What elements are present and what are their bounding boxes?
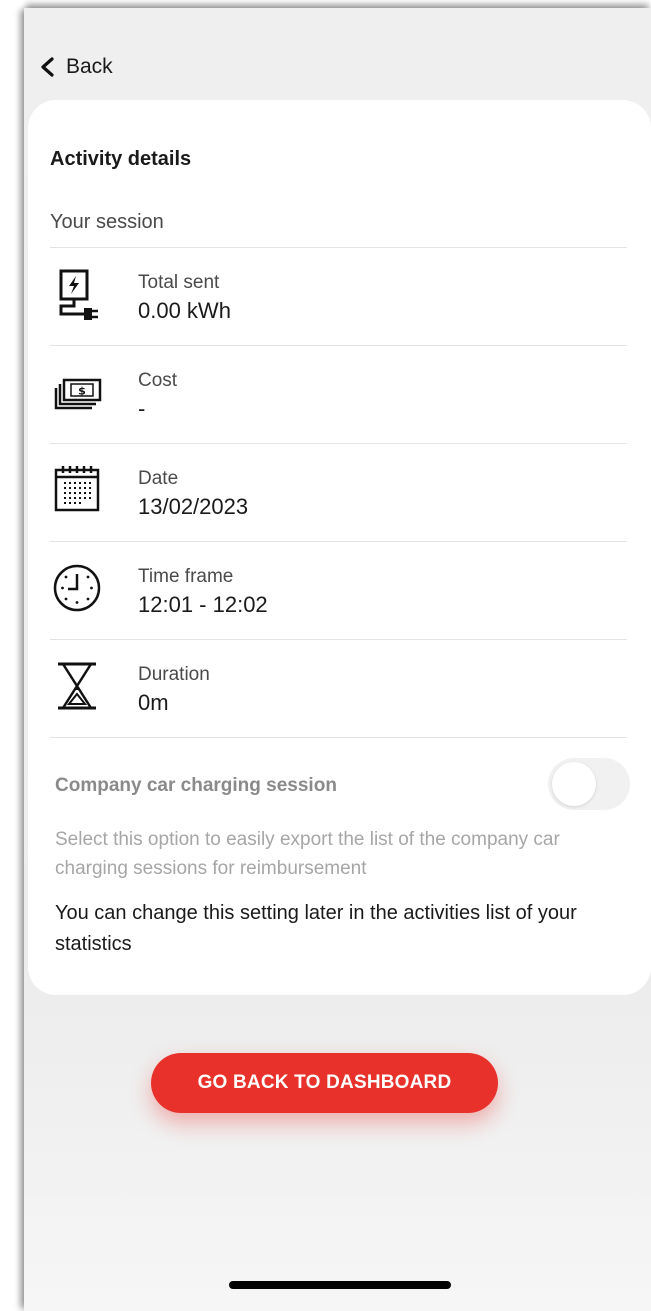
home-indicator — [229, 1281, 451, 1289]
detail-value: 13/02/2023 — [138, 494, 249, 519]
svg-text:$: $ — [78, 385, 86, 398]
detail-label: Duration — [138, 664, 210, 685]
company-car-toggle[interactable] — [548, 758, 630, 810]
detail-value: - — [138, 396, 146, 421]
back-button[interactable]: Back — [38, 52, 113, 82]
chevron-left-icon — [41, 57, 54, 77]
detail-label: Total sent — [138, 272, 220, 293]
detail-row-time-frame: Time frame 12:01 - 12:02 — [50, 541, 627, 639]
session-details-list: Total sent 0.00 kWh $ Cost - Date 13/02/… — [50, 247, 627, 738]
card-title: Activity details — [50, 148, 192, 170]
section-label: Your session — [50, 211, 164, 233]
toggle-knob — [552, 762, 596, 806]
detail-label: Time frame — [138, 566, 234, 587]
settings-note: You can change this setting later in the… — [55, 902, 577, 955]
company-car-description: Select this option to easily export the … — [55, 829, 560, 879]
detail-value: 0.00 kWh — [138, 298, 231, 323]
charger-icon — [59, 269, 98, 320]
detail-value: 0m — [138, 690, 169, 715]
calendar-icon — [54, 466, 100, 512]
detail-row-total-sent: Total sent 0.00 kWh — [50, 247, 627, 345]
company-car-label: Company car charging session — [55, 775, 337, 796]
clock-icon — [53, 564, 101, 612]
detail-row-date: Date 13/02/2023 — [50, 443, 627, 541]
detail-row-duration: Duration 0m — [50, 639, 627, 737]
app-screen: Back Activity details Your session Total… — [24, 8, 651, 1311]
detail-label: Cost — [138, 370, 178, 391]
money-icon: $ — [54, 378, 102, 410]
back-label: Back — [66, 55, 113, 78]
detail-label: Date — [138, 468, 179, 489]
detail-value: 12:01 - 12:02 — [138, 592, 268, 617]
activity-details-card: Activity details Your session Total sent… — [28, 100, 651, 995]
hourglass-icon — [58, 662, 96, 710]
divider — [50, 737, 627, 738]
detail-row-cost: $ Cost - — [50, 345, 627, 443]
go-back-to-dashboard-button[interactable]: GO BACK TO DASHBOARD — [151, 1053, 498, 1113]
